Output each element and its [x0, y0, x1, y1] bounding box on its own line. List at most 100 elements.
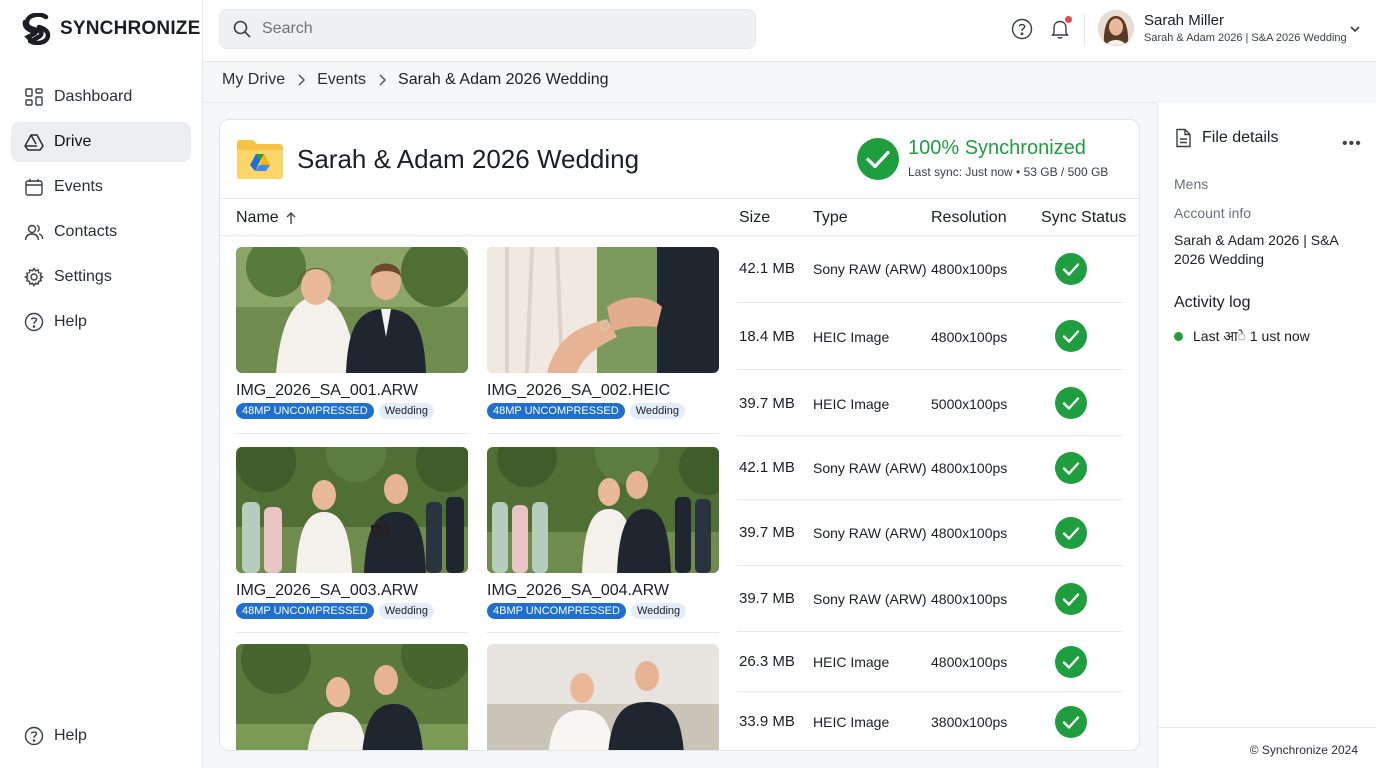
details-label-account: Account info — [1174, 205, 1252, 221]
sidebar-help-bottom[interactable]: Help — [24, 726, 87, 746]
photo-thumbnail — [487, 644, 719, 750]
user-menu[interactable]: Sarah Miller Sarah & Adam 2026 | S&A 202… — [1098, 10, 1347, 46]
column-size-header[interactable]: Size — [739, 209, 770, 227]
folder-card: Sarah & Adam 2026 Wedding 100% Synchroni… — [219, 119, 1140, 751]
file-tile[interactable]: IMG_2026_SA_002.HEIC 48MP UNCOMPRESSED W… — [487, 247, 719, 419]
sidebar-item-dashboard[interactable]: Dashboard — [11, 77, 191, 117]
divider — [487, 632, 719, 633]
table-row[interactable]: 18.4 MB HEIC Image 4800x100ps — [737, 303, 1123, 370]
file-tile[interactable] — [487, 644, 719, 750]
chevron-down-icon[interactable] — [1348, 22, 1362, 36]
folder-header: Sarah & Adam 2026 Wedding 100% Synchroni… — [220, 120, 1139, 199]
column-type-header[interactable]: Type — [813, 209, 848, 227]
sync-ok-icon — [1055, 253, 1087, 285]
sidebar-item-settings[interactable]: Settings — [11, 257, 191, 297]
column-name-header[interactable]: Name — [236, 209, 297, 227]
sidebar-item-events[interactable]: Events — [11, 167, 191, 207]
tag-category: Wedding — [378, 603, 434, 619]
divider — [1158, 727, 1376, 728]
divider — [203, 102, 1157, 103]
sidebar-item-contacts[interactable]: Contacts — [11, 212, 191, 252]
sync-ok-icon — [1055, 320, 1087, 352]
search-icon — [233, 20, 251, 38]
arrow-up-icon — [286, 212, 296, 224]
sidebar-item-help[interactable]: Help — [11, 302, 191, 342]
column-sync-status-header[interactable]: Sync Status — [1041, 209, 1126, 227]
tag-quality: 48MP UNCOMPRESSED — [236, 403, 374, 419]
file-name: IMG_2026_SA_004.ARW — [487, 582, 670, 599]
search-input[interactable] — [262, 20, 742, 38]
avatar — [1098, 10, 1134, 46]
tag-list: 4BMP UNCOMPRESSED Wedding — [487, 603, 719, 619]
tag-quality: 4BMP UNCOMPRESSED — [487, 603, 626, 619]
table-row[interactable]: 39.7 MB HEIC Image 5000x100ps — [737, 370, 1123, 436]
table-row[interactable]: 42.1 MB Sony RAW (ARW) 4800x100ps — [737, 436, 1123, 500]
details-label-mens: Mens — [1174, 176, 1209, 192]
sync-ok-icon — [1055, 387, 1087, 419]
app-logo[interactable]: SYNCHRONIZE — [22, 13, 201, 45]
grid-icon — [25, 88, 43, 106]
file-name: IMG_2026_SA_003.ARW — [236, 582, 419, 599]
sidebar-item-label: Contacts — [54, 223, 118, 240]
document-icon — [1176, 128, 1191, 148]
table-row[interactable]: 26.3 MB HEIC Image 4800x100ps — [737, 632, 1123, 692]
help-icon — [24, 726, 44, 746]
file-name: IMG_2026_SA_001.ARW — [236, 382, 419, 399]
gear-icon — [24, 267, 44, 287]
details-account-value: Sarah & Adam 2026 | S&A 2026 Wedding — [1174, 232, 1338, 267]
synchronize-logo-icon — [22, 13, 51, 45]
photo-thumbnail — [236, 447, 468, 573]
file-tile[interactable]: IMG_2026_SA_004.ARW 4BMP UNCOMPRESSED We… — [487, 447, 719, 619]
table-row[interactable]: 39.7 MB Sony RAW (ARW) 4800x100ps — [737, 500, 1123, 566]
sidebar-item-label: Help — [54, 313, 87, 330]
file-details-title: File details — [1202, 129, 1279, 146]
divider — [236, 433, 468, 434]
sidebar-item-label: Drive — [54, 133, 92, 150]
calendar-icon — [25, 179, 43, 196]
activity-log-text: Last आे 1 ust now — [1193, 328, 1310, 344]
table-row[interactable]: 42.1 MB Sony RAW (ARW) 4800x100ps — [737, 236, 1123, 303]
help-icon — [24, 312, 44, 332]
tag-quality: 48MP UNCOMPRESSED — [487, 403, 625, 419]
sidebar: SYNCHRONIZE Dashboard Drive Events Conta… — [0, 0, 203, 768]
top-bar: Sarah Miller Sarah & Adam 2026 | S&A 202… — [203, 0, 1376, 62]
sidebar-item-label: Events — [54, 178, 103, 195]
sync-ok-icon — [1055, 452, 1087, 484]
folder-title: Sarah & Adam 2026 Wedding — [297, 144, 640, 174]
users-icon — [24, 224, 44, 241]
sidebar-nav: Dashboard Drive Events Contacts Settings… — [11, 77, 191, 347]
file-name: IMG_2026_SA_002.HEIC — [487, 382, 671, 399]
table-header: Name Size Type Resolution Sync Status — [220, 199, 1139, 236]
sync-complete-icon — [857, 138, 899, 180]
sync-status-subtitle: Last sync: Just now • 53 GB / 500 GB — [908, 165, 1109, 179]
notification-badge — [1065, 16, 1072, 23]
search-box[interactable] — [219, 9, 756, 49]
sync-ok-icon — [1055, 517, 1087, 549]
activity-log-title: Activity log — [1174, 294, 1251, 311]
breadcrumb-events[interactable]: Events — [317, 71, 366, 89]
table-row[interactable]: 33.9 MB HEIC Image 3800x100ps — [737, 692, 1123, 750]
tag-category: Wedding — [629, 403, 685, 419]
notification-button[interactable] — [1049, 16, 1072, 40]
drive-icon — [24, 134, 44, 151]
file-tile[interactable]: IMG_2026_SA_003.ARW 48MP UNCOMPRESSED We… — [236, 447, 468, 619]
tag-list: 48MP UNCOMPRESSED Wedding — [236, 603, 468, 619]
user-subtitle: Sarah & Adam 2026 | S&A 2026 Wedding — [1144, 32, 1347, 44]
breadcrumb: My Drive Events Sarah & Adam 2026 Weddin… — [222, 71, 609, 89]
sidebar-item-label: Dashboard — [54, 88, 133, 105]
footer-copyright: © Synchronize 2024 — [1249, 743, 1358, 757]
more-options-icon[interactable]: ••• — [1342, 135, 1362, 153]
user-name: Sarah Miller — [1144, 12, 1225, 29]
sidebar-item-drive[interactable]: Drive — [11, 122, 191, 162]
help-circle-icon[interactable] — [1011, 18, 1033, 40]
file-tile[interactable] — [236, 644, 468, 750]
photo-thumbnail — [487, 447, 719, 573]
breadcrumb-my-drive[interactable]: My Drive — [222, 71, 285, 89]
file-tile[interactable]: IMG_2026_SA_001.ARW 48MP UNCOMPRESSED We… — [236, 247, 468, 419]
divider — [236, 632, 468, 633]
tag-list: 48MP UNCOMPRESSED Wedding — [236, 403, 468, 419]
column-resolution-header[interactable]: Resolution — [931, 209, 1007, 227]
table-row[interactable]: 39.7 MB Sony RAW (ARW) 4800x100ps — [737, 566, 1123, 632]
sync-ok-icon — [1055, 646, 1087, 678]
photo-thumbnail — [487, 247, 719, 373]
